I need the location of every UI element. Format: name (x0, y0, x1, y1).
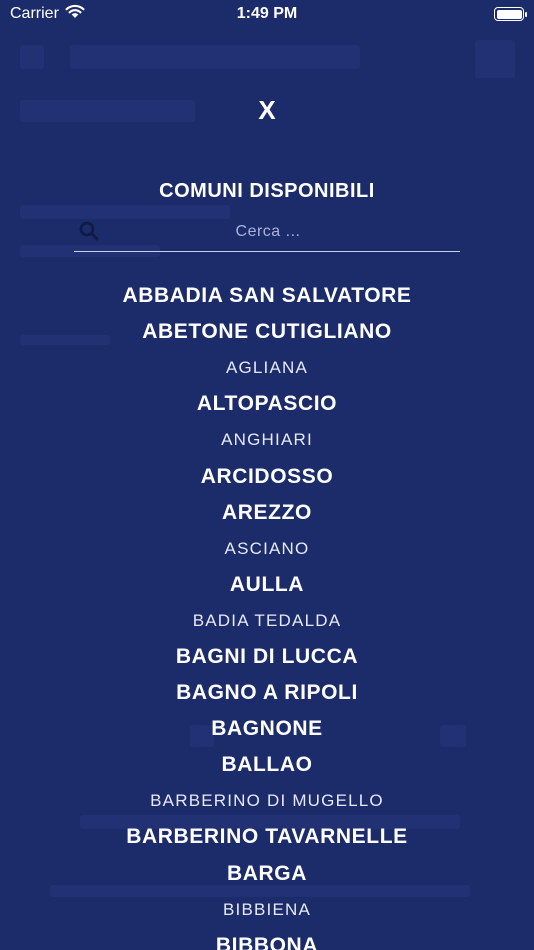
battery-icon (494, 7, 527, 21)
comune-item[interactable]: ABBADIA SAN SALVATORE (0, 278, 534, 314)
comune-item[interactable]: BARBERINO TAVARNELLE (0, 819, 534, 855)
search-bar (74, 212, 460, 252)
search-input[interactable] (102, 222, 434, 241)
comune-item[interactable]: BIBBIENA (0, 892, 534, 928)
comune-item[interactable]: BIBBONA (0, 928, 534, 950)
comune-item[interactable]: BARBERINO DI MUGELLO (0, 783, 534, 819)
comune-item[interactable]: ANGHIARI (0, 422, 534, 458)
overlay-title: COMUNI DISPONIBILI (159, 180, 375, 202)
comune-item[interactable]: BARGA (0, 856, 534, 892)
comune-item[interactable]: BAGNONE (0, 711, 534, 747)
comune-item[interactable]: BADIA TEDALDA (0, 603, 534, 639)
close-button[interactable]: X (247, 90, 287, 130)
status-time: 1:49 PM (236, 5, 298, 22)
status-bar: Carrier 1:49 PM (0, 0, 534, 28)
comune-item[interactable]: BAGNI DI LUCCA (0, 639, 534, 675)
comuni-list: ABBADIA SAN SALVATORE ABETONE CUTIGLIANO A… (0, 278, 534, 950)
comune-item[interactable]: ARCIDOSSO (0, 458, 534, 494)
comune-item[interactable]: BAGNO A RIPOLI (0, 675, 534, 711)
comune-item[interactable]: BALLAO (0, 747, 534, 783)
comune-item[interactable]: AREZZO (0, 495, 534, 531)
comune-item[interactable]: ALTOPASCIO (0, 386, 534, 422)
comune-item[interactable]: AGLIANA (0, 350, 534, 386)
search-icon (78, 220, 102, 244)
comune-item[interactable]: ASCIANO (0, 531, 534, 567)
comune-item[interactable]: ABETONE CUTIGLIANO (0, 314, 534, 350)
comune-item[interactable]: AULLA (0, 567, 534, 603)
